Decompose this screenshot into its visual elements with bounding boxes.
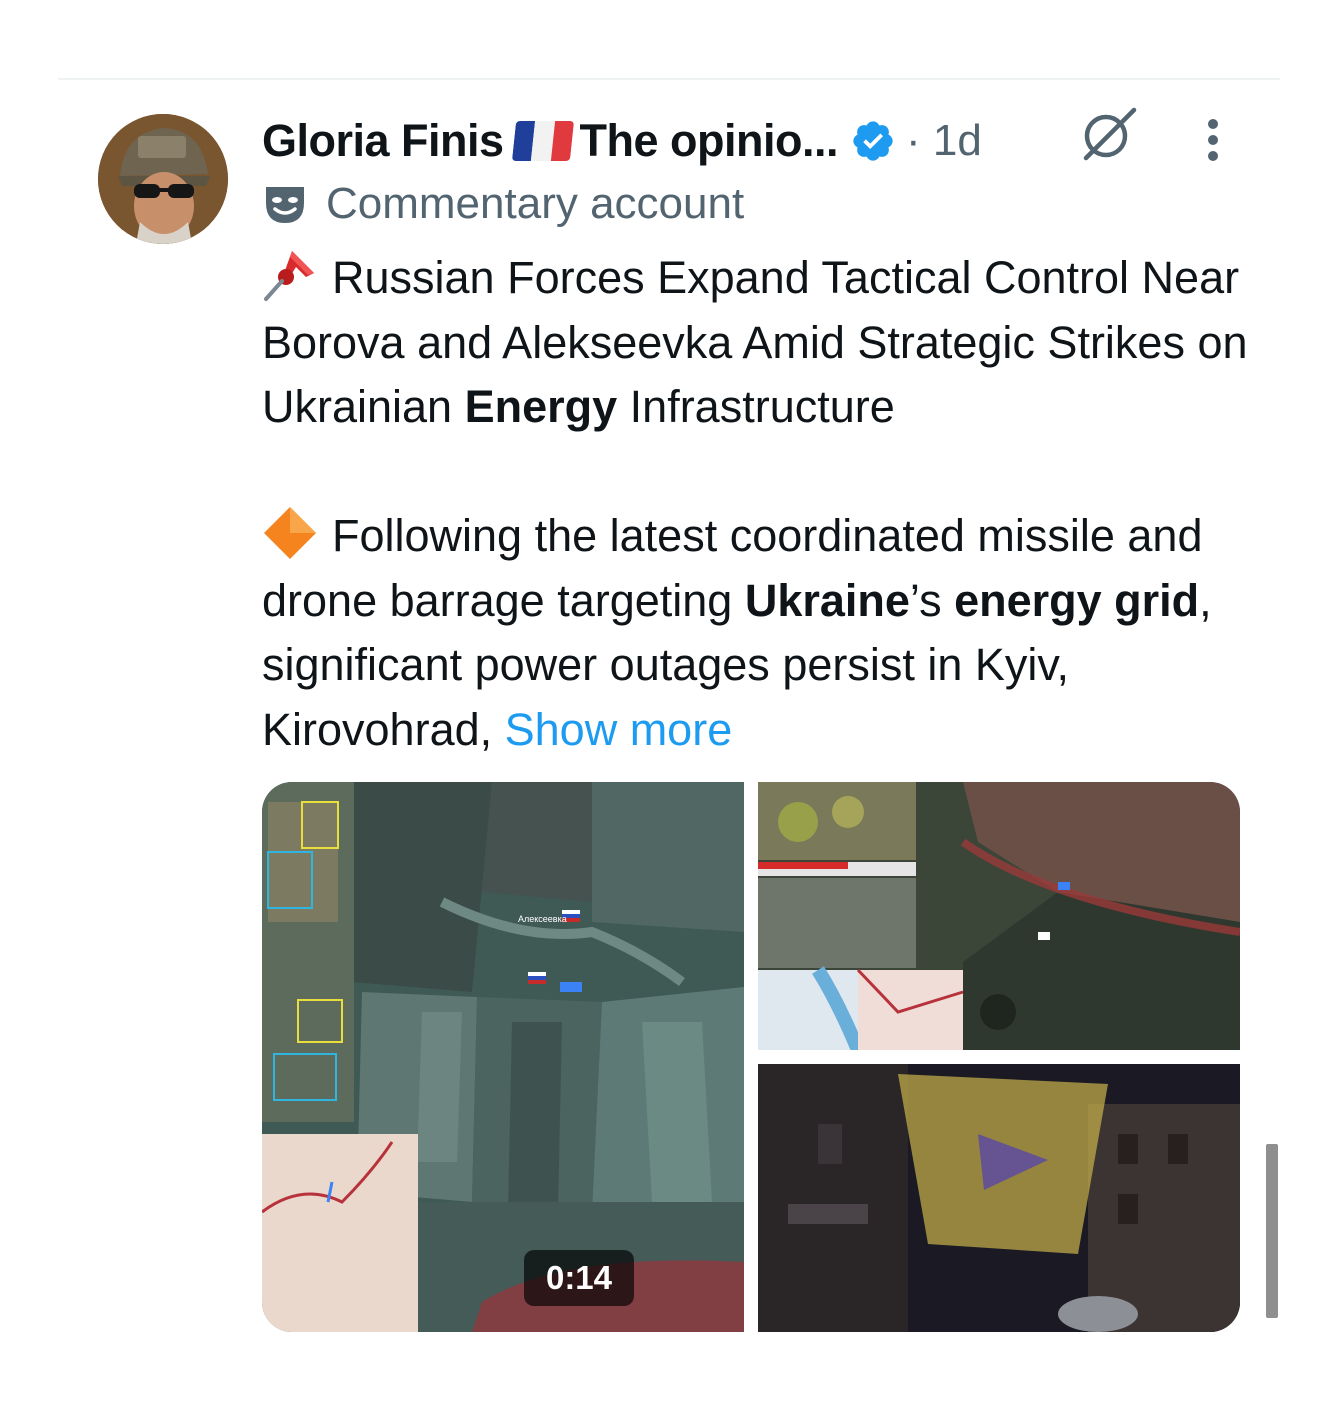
post-text: Russian Forces Expand Tactical Control N… xyxy=(262,246,1252,762)
post-paragraph-1: Russian Forces Expand Tactical Control N… xyxy=(262,246,1252,440)
author-name-suffix[interactable]: The opinio... xyxy=(580,115,839,167)
paragraph-2-bold1: Ukraine xyxy=(744,574,910,626)
more-options-icon[interactable] xyxy=(1196,116,1230,166)
france-flag-icon xyxy=(511,121,574,161)
top-divider xyxy=(58,78,1280,80)
post-header: Gloria Finis The opinio... · 1d xyxy=(262,108,982,174)
media-video[interactable] xyxy=(758,1064,1240,1332)
media-image-1[interactable]: Алексеевка xyxy=(262,782,744,1332)
orange-diamond-icon xyxy=(264,507,316,559)
media-grid: Алексеевка xyxy=(262,782,1240,1332)
pushpin-icon xyxy=(264,251,314,301)
author-name[interactable]: Gloria Finis xyxy=(262,115,504,167)
verified-badge-icon[interactable] xyxy=(850,118,896,164)
avatar[interactable] xyxy=(98,114,228,244)
paragraph-1-bold: Energy xyxy=(464,381,618,432)
paragraph-2-part2: ’s xyxy=(909,574,955,626)
grok-icon[interactable] xyxy=(1076,104,1140,164)
map-label-alekseevka: Алексеевка xyxy=(518,914,567,924)
show-more-link[interactable]: Show more xyxy=(505,704,733,755)
account-label-text: Commentary account xyxy=(326,179,745,228)
video-duration-badge: 0:14 xyxy=(524,1250,634,1306)
scrollbar[interactable] xyxy=(1266,1144,1278,1318)
post-time[interactable]: · 1d xyxy=(906,116,982,166)
paragraph-2-bold2: energy grid xyxy=(954,574,1200,626)
paragraph-1-after: Infrastructure xyxy=(617,381,895,432)
commentary-mask-icon xyxy=(266,187,304,223)
account-label: Commentary account xyxy=(262,178,744,230)
media-image-2[interactable] xyxy=(758,782,1240,1050)
post-paragraph-2: Following the latest coordinated missile… xyxy=(262,504,1252,762)
